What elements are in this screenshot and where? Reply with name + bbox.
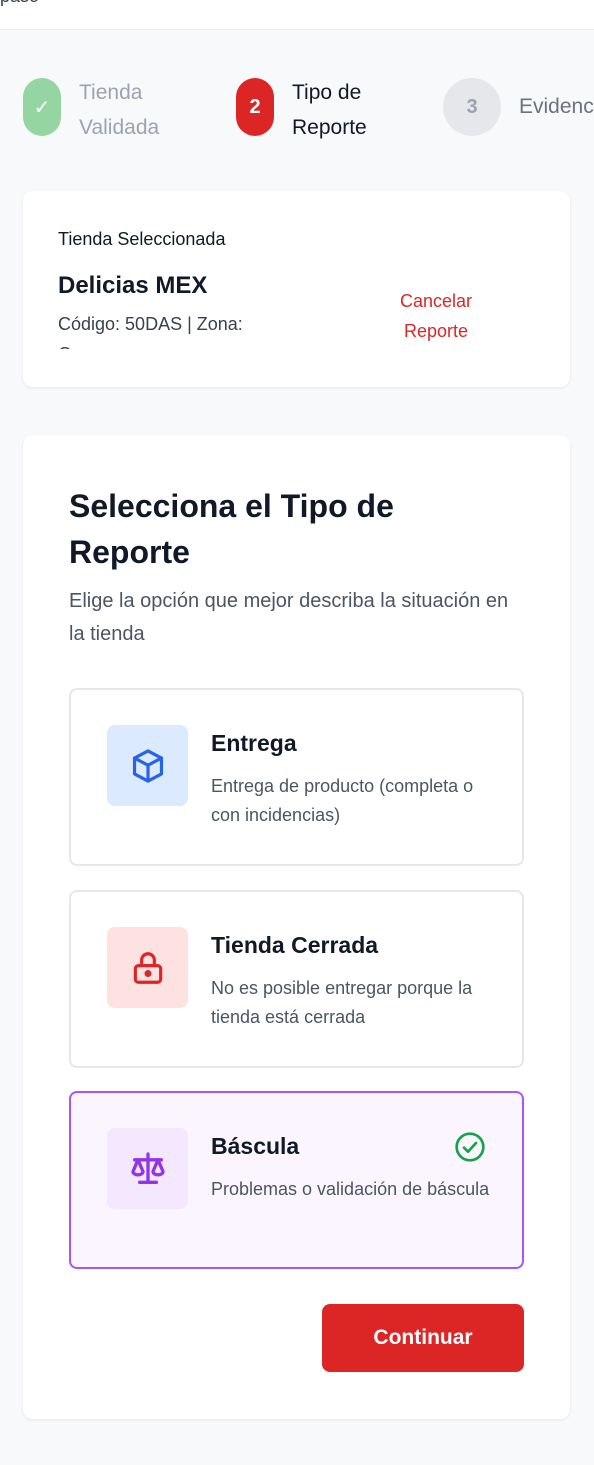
option-title: Báscula xyxy=(211,1133,300,1159)
top-bar-text: paso xyxy=(0,0,39,7)
option-title: Entrega xyxy=(211,730,297,756)
option-description: Entrega de producto (completa o con inci… xyxy=(211,776,474,825)
cancel-report-button[interactable]: Cancelar Reporte xyxy=(375,286,497,346)
step-tipo-reporte[interactable]: 2 Tipo de Reporte xyxy=(236,78,367,145)
step-number: 2 xyxy=(236,78,274,136)
step-number: 3 xyxy=(443,78,501,136)
box-icon xyxy=(107,725,188,806)
step-label-line: Validada xyxy=(79,116,160,139)
scale-icon xyxy=(107,1128,188,1209)
option-entrega[interactable]: Entrega Entrega de producto (completa o … xyxy=(69,688,524,866)
selected-store-card: Tienda Seleccionada Delicias MEX Código:… xyxy=(23,191,570,387)
continue-button[interactable]: Continuar xyxy=(322,1304,524,1372)
store-meta: Código: 50DAS | Zona: Coyoacan xyxy=(58,314,243,349)
step-label: Tienda Validada xyxy=(79,78,159,145)
store-meta-container: Código: 50DAS | Zona: Coyoacan xyxy=(58,309,318,349)
progress-stepper: ✓ Tienda Validada 2 Tipo de Reporte 3 Ev… xyxy=(0,78,594,148)
step-tienda-validada[interactable]: ✓ Tienda Validada xyxy=(23,78,159,145)
page-title: Selecciona el Tipo de Reporte xyxy=(69,488,394,570)
top-bar: paso xyxy=(0,0,594,30)
option-description: No es posible entregar porque la tienda … xyxy=(211,978,473,1027)
cancel-label-line: Cancelar xyxy=(399,291,473,311)
store-heading: Tienda Seleccionada xyxy=(58,229,226,249)
option-tienda-cerrada[interactable]: Tienda Cerrada No es posible entregar po… xyxy=(69,890,524,1068)
check-circle-icon xyxy=(454,1131,486,1163)
step-label: Tipo de Reporte xyxy=(292,78,367,145)
check-icon: ✓ xyxy=(23,78,61,136)
step-label-line: Reporte xyxy=(292,116,367,139)
lock-icon xyxy=(107,927,188,1008)
page-subtitle: Elige la opción que mejor describa la si… xyxy=(69,590,509,645)
step-label: Evidencia xyxy=(519,95,594,118)
report-type-card: Selecciona el Tipo de Reporte Elige la o… xyxy=(23,435,570,1419)
step-evidencia[interactable]: 3 Evidencia xyxy=(443,78,594,136)
option-bascula[interactable]: Báscula Problemas o validación de báscul… xyxy=(69,1091,524,1269)
step-label-line: Tienda xyxy=(79,81,143,104)
cancel-label-line: Reporte xyxy=(403,321,469,341)
step-label-line: Tipo de xyxy=(292,81,362,104)
option-description: Problemas o validación de báscula xyxy=(211,1179,490,1199)
option-title: Tienda Cerrada xyxy=(211,932,379,958)
store-name: Delicias MEX xyxy=(58,272,208,299)
